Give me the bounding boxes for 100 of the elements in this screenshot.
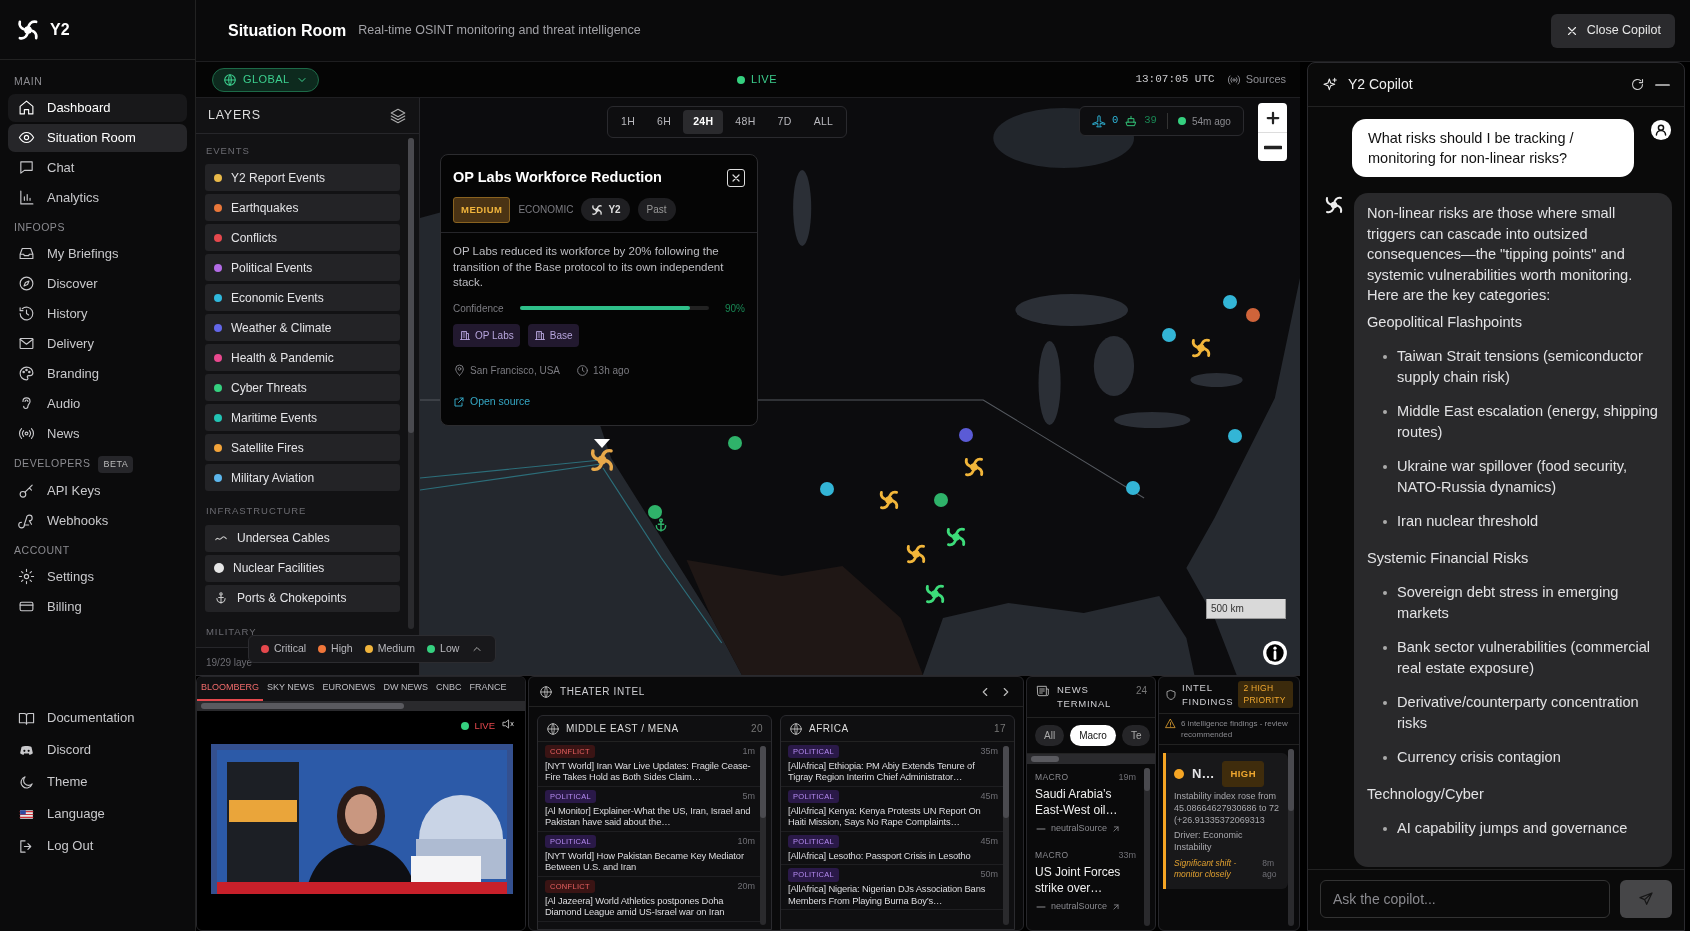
time-range-button[interactable]: 7D [767, 110, 802, 134]
muted-speaker-icon[interactable] [501, 717, 515, 731]
entity-chip[interactable]: OP Labs [453, 323, 520, 347]
layer-toggle[interactable]: Maritime Events [205, 404, 400, 432]
location-text: San Francisco, USA [470, 363, 561, 378]
nav-item[interactable]: Delivery [8, 329, 187, 358]
nav-item[interactable]: Analytics [8, 183, 187, 212]
headline[interactable]: [AllAfrica] Kenya: Kenya Protests UN Report On Haiti Mission, Says No Rape Complaints… [788, 804, 998, 828]
scrollbar[interactable] [760, 746, 766, 925]
item-time: 20m [737, 880, 755, 893]
refresh-icon[interactable] [1630, 77, 1645, 92]
headline[interactable]: [AllAfrica] Nigeria: Nigerian DJs Association Bans Members From Playing Burna Boy’s… [788, 882, 998, 907]
nav-item[interactable]: Discover [8, 269, 187, 298]
live-dot [461, 722, 470, 731]
bullet-icon [1383, 701, 1387, 705]
scrollbar[interactable] [197, 701, 525, 711]
scrollbar[interactable] [1027, 753, 1155, 764]
layer-toggle[interactable]: Satellite Fires [205, 434, 400, 462]
channel-tab[interactable]: DW NEWS [379, 677, 432, 701]
channel-tab[interactable]: CNBC [431, 677, 466, 701]
headline[interactable]: [AllAfrica] Lesotho: Passport Crisis in Lesotho [788, 849, 998, 862]
panel-title: INTEL FINDINGS [1182, 681, 1234, 709]
finding-card[interactable]: N… HIGH Instability index rose from 45.08664627930686 to 72 (+26.91335372069313 Driver: Economic Instability Significant shift - monitor closely 8m ago [1163, 752, 1288, 890]
close-copilot-button[interactable]: Close Copilot [1550, 13, 1675, 48]
external-link-icon[interactable] [1111, 902, 1122, 913]
list-item-text: Currency crisis contagion [1397, 748, 1561, 767]
scrollbar[interactable] [408, 138, 414, 629]
headline[interactable]: Saudi Arabia’s East-West oil… [1035, 787, 1136, 819]
list-item-text: Sovereign debt stress in emerging markets [1397, 583, 1620, 623]
headline[interactable]: US Joint Forces strike over… [1035, 865, 1136, 897]
layer-toggle[interactable]: Conflicts [205, 224, 400, 252]
scrollbar[interactable] [1288, 748, 1294, 926]
history-icon [18, 305, 35, 322]
channel-tab[interactable]: EURONEWS [318, 677, 380, 701]
time-range-button[interactable]: 24H [683, 110, 724, 134]
settings-icon [18, 568, 35, 586]
legend-label: Low [440, 641, 460, 657]
nav-item[interactable]: Theme [8, 767, 187, 797]
nav-item[interactable]: Chat [8, 153, 187, 182]
time-range-button[interactable]: ALL [803, 110, 844, 134]
list-item-text: Middle East escalation (energy, shipping routes) [1397, 402, 1659, 442]
nav-item[interactable]: News [8, 419, 187, 448]
bullet-icon [1383, 520, 1387, 524]
nav-item[interactable]: Branding [8, 359, 187, 388]
layer-toggle[interactable]: Y2 Report Events [205, 164, 400, 192]
home-icon [18, 99, 35, 117]
layer-toggle[interactable]: Undersea Cables [205, 524, 400, 552]
nav-item[interactable]: Documentation [8, 703, 187, 733]
channel-tab[interactable]: FRANCE [465, 677, 511, 701]
close-button[interactable] [727, 168, 745, 187]
layer-toggle[interactable]: Weather & Climate [205, 314, 400, 342]
channel-tab[interactable]: SKY NEWS [263, 677, 319, 701]
nav-item[interactable]: Dashboard [8, 93, 187, 122]
source-chip: Y2 [581, 198, 630, 222]
headline[interactable]: [NYT World] How Pakistan Became Key Mediator Between U.S. and Iran [545, 849, 755, 873]
layer-toggle[interactable]: Cyber Threats [205, 374, 400, 402]
filter-chip[interactable]: Macro [1070, 724, 1116, 746]
layer-toggle[interactable]: Ports & Chokepoints [205, 584, 400, 612]
chat-input[interactable]: Ask the copilot... [1320, 880, 1610, 918]
filter-chip[interactable]: Te [1121, 724, 1151, 746]
headline[interactable]: [NYT World] Iran War Live Updates: Fragile Cease-Fire Takes Hold as Both Sides Claim… [545, 759, 755, 783]
region-selector[interactable]: GLOBAL [212, 67, 319, 92]
open-source-link[interactable]: Open source [453, 393, 531, 410]
scrollbar[interactable] [1144, 767, 1150, 926]
nav-item[interactable]: Discord [8, 735, 187, 765]
page-subtitle: Real-time OSINT monitoring and threat intelligence [358, 22, 641, 40]
entity-chip[interactable]: Base [527, 323, 579, 347]
layer-toggle[interactable]: Nuclear Facilities [205, 554, 400, 582]
info-icon[interactable] [1262, 640, 1288, 666]
nav-item[interactable]: Language [8, 799, 187, 829]
layers-icon[interactable] [389, 106, 407, 125]
nav-item[interactable]: API Keys [8, 477, 187, 505]
layer-toggle[interactable]: Health & Pandemic [205, 344, 400, 372]
time-range-button[interactable]: 6H [647, 110, 682, 134]
layer-toggle[interactable]: Earthquakes [205, 194, 400, 222]
nav-item[interactable]: Webhooks [8, 507, 187, 535]
time-range-button[interactable]: 1H [611, 110, 646, 134]
layer-toggle[interactable]: Military Aviation [205, 464, 400, 492]
layer-toggle[interactable]: Political Events [205, 254, 400, 282]
nav-item[interactable]: History [8, 299, 187, 328]
scrollbar[interactable] [1003, 746, 1009, 925]
nav-item[interactable]: My Briefings [8, 239, 187, 268]
sources-button[interactable]: Sources [1226, 71, 1286, 88]
external-link-icon[interactable] [1111, 823, 1122, 834]
minus-icon[interactable] [1655, 82, 1670, 87]
headline[interactable]: [AllAfrica] Ethiopia: PM Abiy Extends Tenure of Tigray Region Interim Chief Administrator… [788, 759, 998, 783]
list-item-text: Iran nuclear threshold [1397, 512, 1539, 531]
headline[interactable]: [Al Jazeera] World Athletics postpones Doha Diamond League amid US-Israel war on Iran [545, 894, 755, 918]
bar-chart-icon [18, 189, 35, 207]
layer-toggle[interactable]: Economic Events [205, 284, 400, 312]
filter-chip[interactable]: All [1035, 724, 1065, 746]
mail-icon [18, 335, 35, 352]
nav-item[interactable]: Log Out [8, 831, 187, 861]
nav-item[interactable]: Situation Room [8, 123, 187, 152]
category-label: ECONOMIC [518, 203, 574, 218]
nav-item[interactable]: Billing [8, 592, 187, 621]
headline[interactable]: [Al Monitor] Explainer-What the US, Iran, Israel and Pakistan have said about the… [545, 804, 755, 828]
nav-item[interactable]: Audio [8, 389, 187, 418]
time-range-button[interactable]: 48H [725, 110, 766, 134]
nav-item[interactable]: Settings [8, 562, 187, 591]
